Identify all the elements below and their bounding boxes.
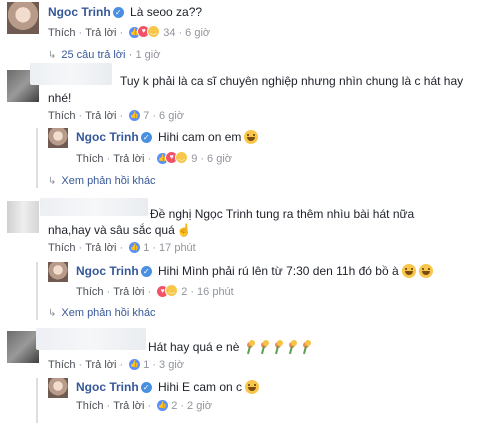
author-name[interactable]: Ngoc Trinh [76, 380, 139, 394]
timestamp[interactable]: 2 giờ [187, 400, 212, 412]
avatar[interactable] [48, 262, 68, 282]
like-button[interactable]: Thích [76, 286, 104, 298]
comment-line: Hát hay quá e nè [148, 340, 313, 354]
timestamp: 1 giờ [135, 49, 161, 61]
flower-emoji-icon [246, 340, 257, 354]
replies-count-link[interactable]: 25 câu trả lời [61, 49, 125, 61]
like-button[interactable]: Thích [48, 359, 76, 371]
comment-text-line2: nhé! [48, 91, 72, 105]
thread-line [36, 262, 38, 320]
kiss-emoji-icon [245, 380, 260, 394]
verified-badge-icon: ✓ [140, 382, 152, 393]
view-more-replies[interactable]: ↳ Xem phản hồi khác [48, 173, 156, 187]
thread-line [36, 128, 38, 188]
like-button[interactable]: Thích [48, 110, 76, 122]
reply-text: Hihi cam on em [158, 130, 242, 144]
comment-actions: Thích · Trả lời · 👍 7 · 6 giờ [48, 110, 184, 122]
reply-actions: Thích · Trả lời · 👍 ♥ ‿ 9 · 6 giờ [76, 151, 232, 165]
comment-actions: Thích · Trả lời · 👍 1 · 17 phút [48, 242, 196, 254]
reply-actions: Thích · Trả lời · 👍 2 · 2 giờ [76, 400, 212, 412]
comment-text: Tuy k phải là ca sĩ chuyên nghiệp nhưng … [120, 74, 464, 88]
thumbs-point-emoji-icon: ☝ [176, 223, 192, 237]
comment-text: Đề nghị Ngọc Trinh tung ra thêm nhìu bài… [150, 207, 415, 221]
haha-reaction-icon: ‿ [147, 25, 161, 38]
reply-text: Hihi Mình phải rú lên từ 7:30 den 11h đó… [158, 264, 399, 278]
smile-emoji-icon [244, 130, 259, 144]
avatar[interactable] [48, 378, 68, 398]
thread-line [36, 378, 38, 423]
reply-text: Hihi E cam on c [158, 380, 243, 394]
avatar[interactable] [7, 2, 39, 34]
haha-reaction-icon: ‿ [175, 151, 189, 164]
timestamp[interactable]: 6 giờ [207, 153, 232, 165]
avatar[interactable] [48, 128, 68, 148]
timestamp[interactable]: 17 phút [159, 242, 196, 254]
reply-button[interactable]: Trả lời [85, 27, 116, 39]
timestamp[interactable]: 3 giờ [159, 359, 184, 371]
timestamp[interactable]: 16 phút [197, 286, 234, 298]
flower-emoji-icon [260, 340, 271, 354]
timestamp[interactable]: 6 giờ [185, 27, 210, 39]
comment-text: Là seoo za?? [130, 5, 203, 19]
comment-actions: Thích · Trả lời · 👍 1 · 3 giờ [48, 359, 184, 371]
view-more-link[interactable]: Xem phản hồi khác [61, 175, 155, 187]
reply-button[interactable]: Trả lời [113, 400, 144, 412]
laugh-emoji-icon [418, 264, 433, 278]
replies-link[interactable]: ↳ 25 câu trả lời · 1 giờ [48, 47, 160, 61]
flower-emoji-icon [288, 340, 299, 354]
reply-button[interactable]: Trả lời [113, 286, 144, 298]
reply-arrow-icon: ↳ [48, 308, 57, 319]
verified-badge-icon: ✓ [140, 266, 152, 277]
verified-badge-icon: ✓ [112, 7, 124, 18]
reply-arrow-icon: ↳ [48, 50, 57, 61]
reply-button[interactable]: Trả lời [85, 242, 116, 254]
like-button[interactable]: Thích [48, 242, 76, 254]
comment-line: Ngoc Trinh ✓ Là seoo za?? [48, 5, 202, 19]
view-more-link[interactable]: Xem phản hồi khác [61, 307, 155, 319]
like-button[interactable]: Thích [76, 153, 104, 165]
flower-emoji-icon [274, 340, 285, 354]
author-name[interactable]: Ngoc Trinh [76, 264, 139, 278]
comment-text-line2: nha,hay và sâu sắc quá [48, 223, 175, 237]
like-button[interactable]: Thích [76, 400, 104, 412]
avatar[interactable] [7, 331, 39, 363]
reaction-count[interactable]: 34 [163, 27, 175, 39]
like-reaction-icon: 👍 [129, 359, 141, 370]
author-name-blurred [40, 198, 148, 216]
author-name[interactable]: Ngoc Trinh [76, 130, 139, 144]
author-name-blurred [36, 328, 146, 350]
reply-button[interactable]: Trả lời [85, 110, 116, 122]
view-more-replies[interactable]: ↳ Xem phản hồi khác [48, 305, 156, 319]
avatar[interactable] [7, 201, 39, 233]
like-button[interactable]: Thích [48, 27, 76, 39]
reply-line: Ngoc Trinh ✓ Hihi Mình phải rú lên từ 7:3… [76, 264, 433, 278]
author-name[interactable]: Ngoc Trinh [48, 5, 111, 19]
reply-line: Ngoc Trinh ✓ Hihi cam on em [76, 130, 259, 144]
reply-line: Ngoc Trinh ✓ Hihi E cam on c [76, 380, 260, 394]
like-reaction-icon: 👍 [157, 400, 169, 411]
comment-actions: Thích · Trả lời · 👍 ♥ ‿ 34 · 6 giờ [48, 25, 211, 39]
like-reaction-icon: 👍 [129, 242, 141, 253]
reply-button[interactable]: Trả lời [85, 359, 116, 371]
reply-actions: Thích · Trả lời · ♥ ‿ 2 · 16 phút [76, 284, 234, 298]
timestamp[interactable]: 6 giờ [159, 110, 184, 122]
reply-arrow-icon: ↳ [48, 176, 57, 187]
laugh-emoji-icon [401, 264, 416, 278]
like-reaction-icon: 👍 [129, 110, 141, 121]
reply-button[interactable]: Trả lời [113, 153, 144, 165]
haha-reaction-icon: ‿ [165, 284, 179, 297]
comment-text-line2-wrap: nha,hay và sâu sắc quá ☝ [48, 223, 192, 237]
author-name-blurred [30, 63, 112, 85]
flower-emoji-icon [302, 340, 313, 354]
verified-badge-icon: ✓ [140, 132, 152, 143]
comment-text: Hát hay quá e nè [148, 340, 240, 354]
